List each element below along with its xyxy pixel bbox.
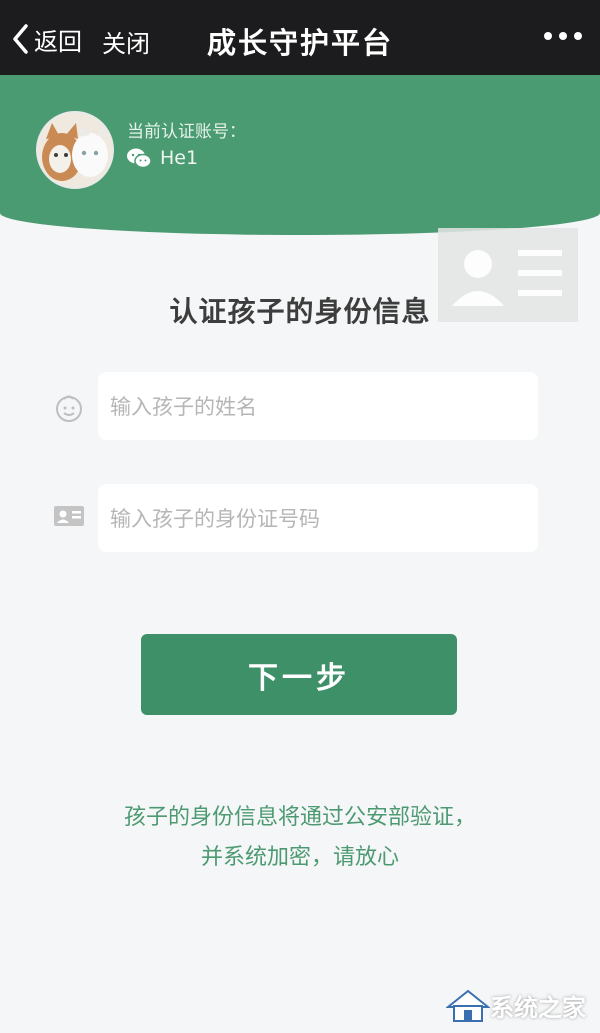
child-id-input[interactable]: 输入孩子的身份证号码 <box>98 484 538 552</box>
notice-line-1: 孩子的身份信息将通过公安部验证， <box>123 805 476 830</box>
child-name-input[interactable]: 输入孩子的姓名 <box>98 372 538 440</box>
id-card-icon <box>53 504 85 532</box>
wechat-icon <box>127 148 152 169</box>
more-menu-icon[interactable] <box>544 32 582 40</box>
form-title: 认证孩子的身份信息 <box>169 295 431 328</box>
site-watermark: 系统之家 <box>446 988 586 1023</box>
account-row: He1 <box>126 147 198 169</box>
house-logo-icon <box>446 989 490 1022</box>
account-header: 当前认证账号： He1 <box>0 75 600 235</box>
avatar <box>36 111 114 189</box>
account-label: 当前认证账号： <box>127 122 246 142</box>
notice-line-2: 并系统加密，请放心 <box>200 845 399 870</box>
watermark-text: 系统之家 <box>490 994 586 1022</box>
nav-bar: 返回 关闭 成长守护平台 <box>0 0 600 75</box>
account-name: He1 <box>160 147 199 169</box>
next-button[interactable]: 下一步 <box>141 634 457 715</box>
page-title: 成长守护平台 <box>206 26 393 60</box>
child-face-icon <box>53 392 85 428</box>
